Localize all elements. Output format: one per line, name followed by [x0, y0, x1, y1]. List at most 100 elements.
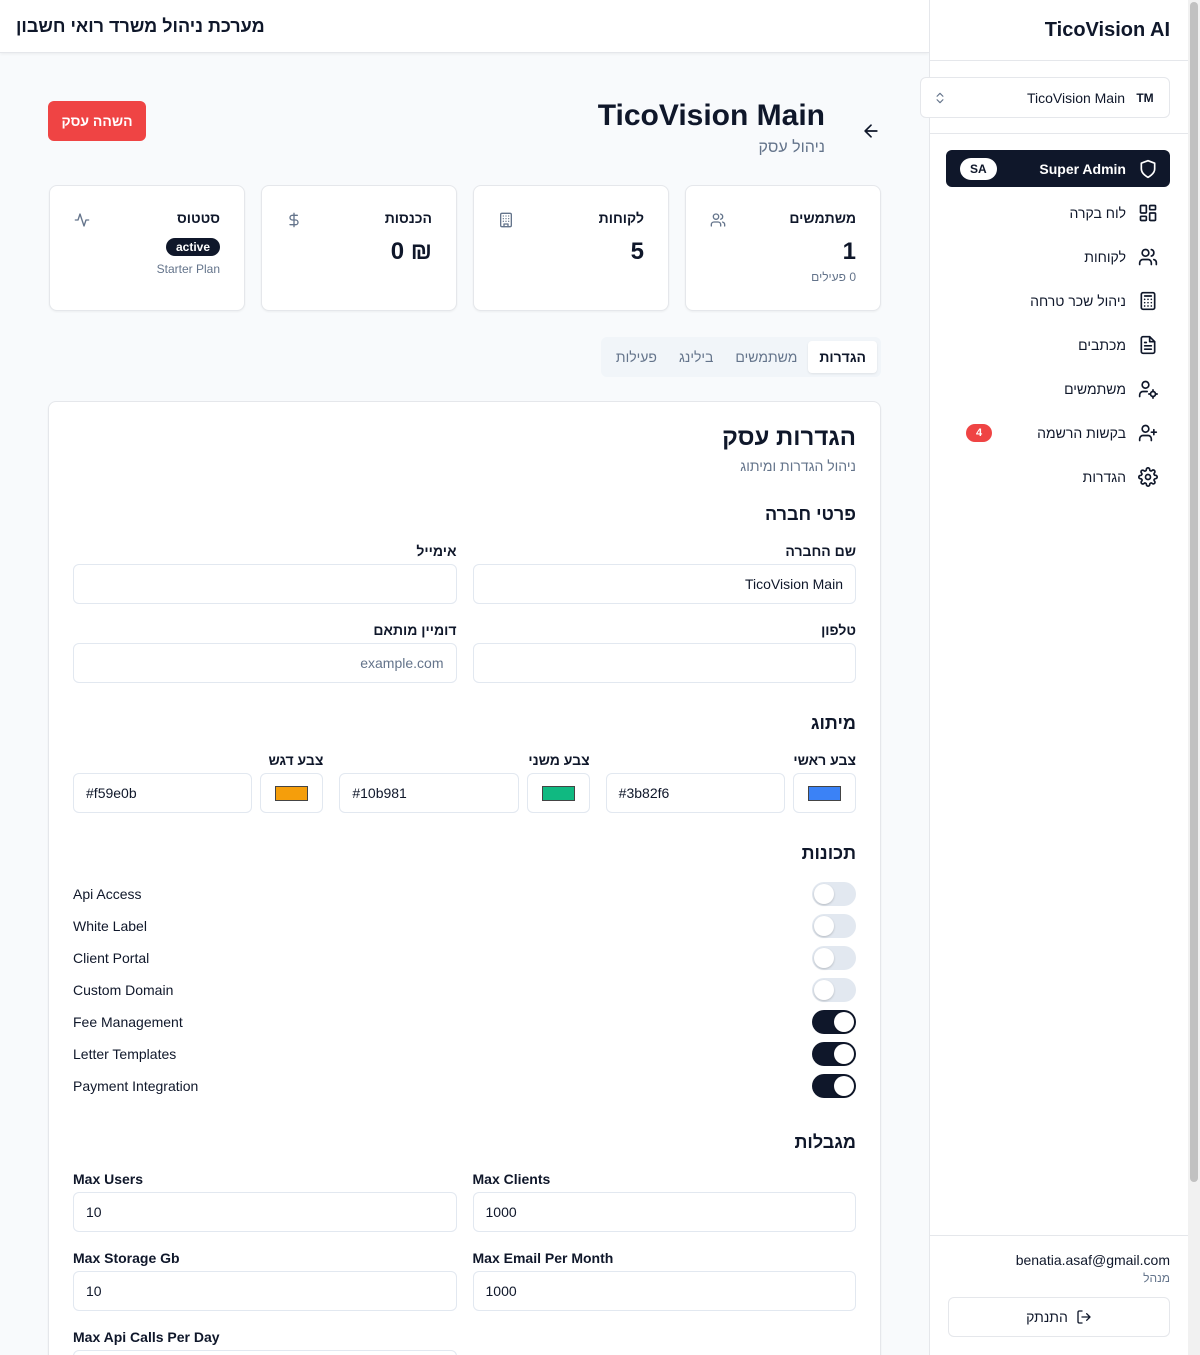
feature-label: Payment Integration: [73, 1078, 199, 1094]
feature-row: Letter Templates: [73, 1038, 856, 1070]
sidebar-item-registration-requests[interactable]: בקשות הרשמה 4: [946, 415, 1170, 451]
domain-input[interactable]: example.com: [73, 643, 457, 683]
stat-card-users: משתמשים 1 0 פעילים: [685, 185, 881, 311]
tabs: הגדרות משתמשים בילינג פעילות: [600, 337, 881, 377]
header-title: מערכת ניהול משרד רואי חשבון: [16, 15, 265, 36]
sidebar-item-label: ניהול שכר טרחה: [1030, 293, 1126, 309]
domain-label: דומיין מותאם: [373, 622, 457, 638]
limit-input[interactable]: [73, 1350, 457, 1355]
branding-section-title: מיתוג: [810, 713, 856, 733]
primary-color-swatch: [808, 785, 841, 801]
limits-grid: Max Users 10 Max Clients 1000 Max Storag…: [73, 1153, 856, 1355]
limit-input[interactable]: 1000: [472, 1271, 856, 1311]
org-selector[interactable]: TM TicoVision Main: [920, 77, 1170, 118]
limit-input[interactable]: 10: [73, 1271, 457, 1311]
feature-row: White Label: [73, 910, 856, 942]
feature-label: Fee Management: [73, 1014, 183, 1030]
scrollbar-thumb[interactable]: [1190, 2, 1198, 1182]
accent-color-picker[interactable]: [260, 773, 324, 813]
user-email: benatia.asaf@gmail.com: [1015, 1252, 1170, 1268]
secondary-color-field: צבע משני #10b981: [339, 752, 590, 813]
page-header: TicoVision Main ניהול עסק השהה עסק: [48, 53, 881, 185]
limit-field: Max Storage Gb 10: [73, 1250, 457, 1311]
accent-color-field: צבע דגש #f59e0b: [73, 752, 324, 813]
sidebar-item-label: משתמשים: [1064, 381, 1126, 397]
company-name-field: שם החברה TicoVision Main: [472, 543, 856, 604]
phone-field: טלפון: [472, 622, 856, 683]
feature-toggle[interactable]: [812, 882, 856, 906]
stat-card-status: סטטוס active Starter Plan: [49, 185, 245, 311]
tab-activity[interactable]: פעילות: [605, 341, 668, 373]
limit-label: Max Users: [73, 1171, 144, 1187]
feature-toggle[interactable]: [812, 1042, 856, 1066]
stat-value: ₪ 0: [390, 238, 432, 265]
sidebar-item-dashboard[interactable]: לוח בקרה: [946, 195, 1170, 231]
primary-color-picker[interactable]: [793, 773, 856, 813]
stat-subtext: 0 פעילים: [811, 270, 856, 284]
phone-label: טלפון: [821, 622, 856, 638]
feature-label: White Label: [73, 918, 147, 934]
email-input[interactable]: [73, 564, 457, 604]
stat-title: משתמשים: [789, 210, 856, 226]
secondary-color-label: צבע משני: [528, 752, 590, 768]
user-cog-icon: [1138, 380, 1158, 399]
dollar-icon: [289, 212, 299, 228]
feature-toggle[interactable]: [812, 1074, 856, 1098]
secondary-color-input[interactable]: #10b981: [339, 773, 519, 813]
building-icon: [500, 212, 512, 228]
secondary-color-picker[interactable]: [526, 773, 590, 813]
stat-title: סטטוס: [176, 210, 220, 226]
limit-input[interactable]: 10: [73, 1192, 457, 1232]
limit-label: Max Storage Gb: [73, 1250, 180, 1266]
brand-logo: TicoVision AI: [930, 0, 1188, 61]
limit-field: Max Users 10: [73, 1171, 457, 1232]
gear-icon: [1138, 467, 1158, 487]
feature-toggle[interactable]: [812, 914, 856, 938]
page-title: TicoVision Main: [597, 99, 825, 132]
tab-billing[interactable]: בילינג: [668, 341, 724, 373]
limit-input[interactable]: 1000: [472, 1192, 856, 1232]
phone-input[interactable]: [472, 643, 856, 683]
sidebar-item-label: הגדרות: [1082, 469, 1126, 485]
sidebar-item-label: מכתבים: [1078, 337, 1126, 353]
feature-toggle[interactable]: [812, 1010, 856, 1034]
company-name-input[interactable]: TicoVision Main: [472, 564, 856, 604]
feature-row: Api Access: [73, 878, 856, 910]
calculator-icon: [1140, 291, 1156, 311]
tab-users[interactable]: משתמשים: [724, 341, 808, 373]
email-field: אימייל: [73, 543, 457, 604]
scrollbar[interactable]: [1188, 0, 1200, 1355]
feature-toggle[interactable]: [812, 946, 856, 970]
plan-label: Starter Plan: [156, 262, 220, 276]
sidebar-nav: Super Admin SA לוח בקרה לקוחות ניהול שכר…: [946, 150, 1170, 503]
sidebar-item-users[interactable]: משתמשים: [946, 371, 1170, 407]
role-badge: SA: [960, 157, 997, 180]
org-name: TicoVision Main: [1026, 89, 1125, 106]
sidebar-item-super-admin[interactable]: Super Admin SA: [946, 150, 1170, 187]
logout-label: התנתק: [1026, 1309, 1068, 1325]
tab-settings[interactable]: הגדרות: [808, 341, 877, 373]
user-plus-icon: [1138, 424, 1158, 442]
sidebar-item-settings[interactable]: הגדרות: [946, 459, 1170, 495]
arrow-right-icon[interactable]: [861, 121, 881, 141]
logout-icon: [1077, 1310, 1091, 1324]
stat-value: 5: [630, 238, 644, 265]
company-name-label: שם החברה: [785, 543, 856, 559]
toggle-knob: [814, 916, 834, 936]
stat-title: לקוחות: [598, 210, 644, 226]
settings-title: הגדרות עסק: [722, 424, 856, 451]
feature-toggle[interactable]: [812, 978, 856, 1002]
logout-button[interactable]: התנתק: [948, 1297, 1170, 1337]
sidebar-item-fees[interactable]: ניהול שכר טרחה: [946, 283, 1170, 319]
toggle-knob: [814, 884, 834, 904]
sidebar-item-letters[interactable]: מכתבים: [946, 327, 1170, 363]
stat-title: הכנסות: [384, 210, 432, 226]
suspend-business-button[interactable]: השהה עסק: [48, 101, 146, 141]
divider: [930, 133, 1188, 134]
accent-color-input[interactable]: #f59e0b: [73, 773, 253, 813]
toggle-knob: [814, 980, 834, 1000]
file-text-icon: [1140, 335, 1156, 355]
sidebar-item-clients[interactable]: לקוחות: [946, 239, 1170, 275]
primary-color-input[interactable]: #3b82f6: [605, 773, 785, 813]
sidebar-item-label: בקשות הרשמה: [1037, 425, 1126, 441]
